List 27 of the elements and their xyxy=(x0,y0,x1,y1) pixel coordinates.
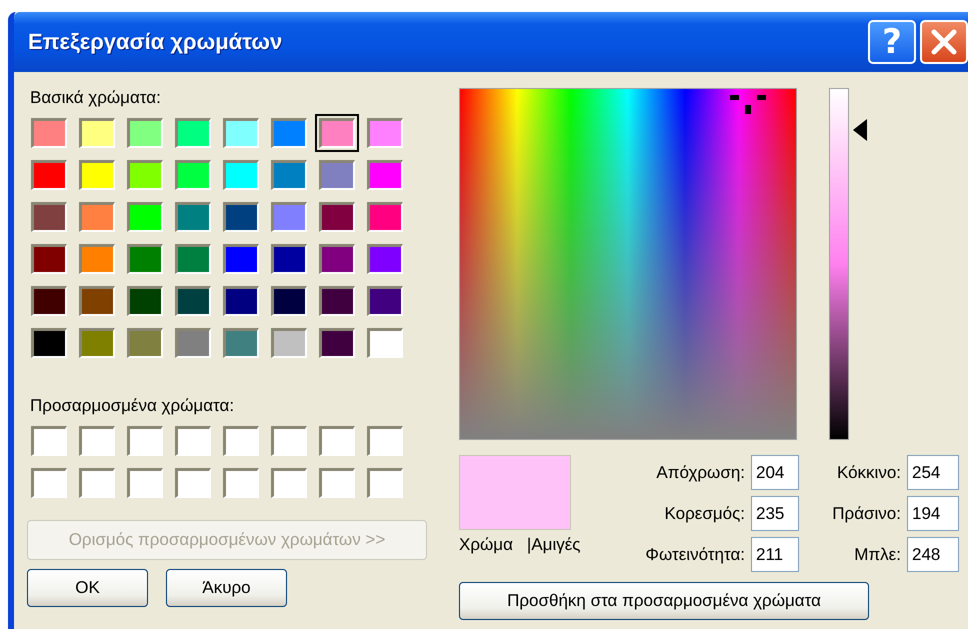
preview-label: Χρώμα xyxy=(459,535,513,555)
add-to-custom-colors-button[interactable]: Προσθήκη στα προσαρμοσμένα χρώματα xyxy=(459,582,869,620)
color-spectrum[interactable] xyxy=(459,88,797,440)
luminance-bar[interactable] xyxy=(829,88,849,440)
color-swatch[interactable] xyxy=(315,114,359,152)
ok-button[interactable]: OK xyxy=(27,569,148,607)
value-field[interactable]: 194 xyxy=(907,496,959,531)
field-label: Κορεσμός: xyxy=(664,504,745,524)
section-label: Προσαρμοσμένα χρώματα: xyxy=(30,396,234,416)
field-label: Φωτεινότητα: xyxy=(644,544,745,564)
close-button[interactable] xyxy=(920,20,968,64)
close-icon xyxy=(929,27,959,57)
field-label: Κόκκινο: xyxy=(836,462,901,482)
slider-arrow-icon[interactable] xyxy=(853,119,867,142)
preview-label: |Αμιγές xyxy=(526,535,581,555)
section-label: Βασικά χρώματα: xyxy=(30,88,161,108)
value-field[interactable]: 211 xyxy=(751,537,799,572)
value-field[interactable]: 248 xyxy=(907,537,959,572)
field-label: Απόχρωση: xyxy=(655,462,745,482)
cancel-button[interactable]: Άκυρο xyxy=(166,569,287,607)
window-title: Επεξεργασία χρωμάτων xyxy=(28,29,284,55)
field-label: Μπλε: xyxy=(853,544,901,564)
help-button[interactable]: ? xyxy=(868,20,916,64)
value-field[interactable]: 235 xyxy=(751,496,799,531)
value-field[interactable]: 204 xyxy=(751,455,799,490)
value-field[interactable]: 254 xyxy=(907,455,959,490)
field-label: Πράσινο: xyxy=(831,504,901,524)
